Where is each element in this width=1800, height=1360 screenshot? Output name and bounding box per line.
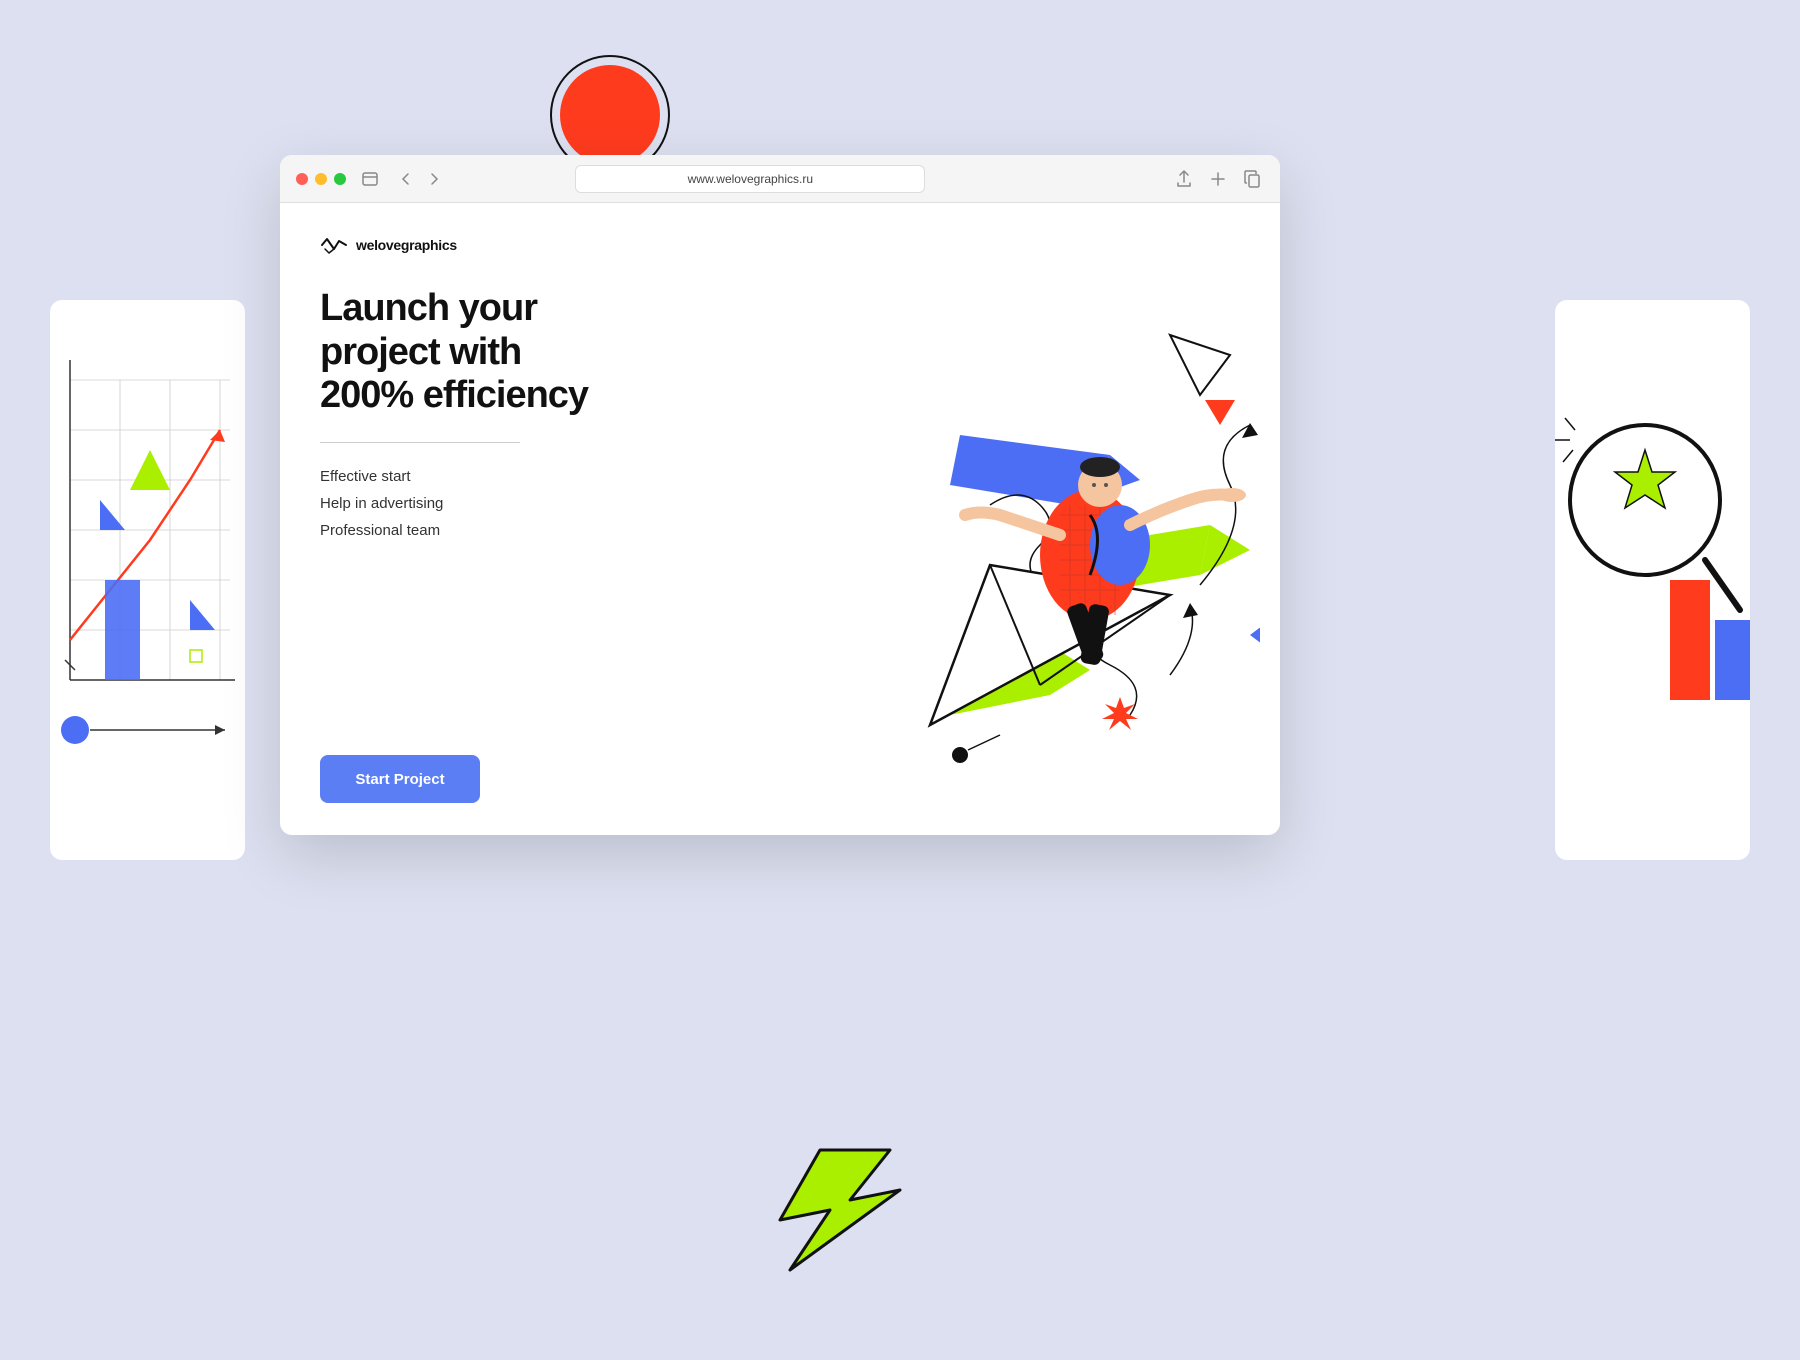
- feature-item-3: Professional team: [320, 517, 600, 544]
- browser-chrome: www.welovegraphics.ru: [280, 155, 1280, 203]
- traffic-lights: [296, 173, 346, 185]
- hero-illustration: [610, 245, 1260, 825]
- share-button[interactable]: [1172, 167, 1196, 191]
- start-project-button[interactable]: Start Project: [320, 755, 480, 803]
- address-bar[interactable]: www.welovegraphics.ru: [575, 165, 925, 193]
- ball-deco: [560, 65, 660, 165]
- toolbar-right: [1172, 167, 1264, 191]
- close-button[interactable]: [296, 173, 308, 185]
- browser-window: www.welovegraphics.ru: [280, 155, 1280, 835]
- nav-buttons: [394, 167, 446, 191]
- url-text: www.welovegraphics.ru: [688, 172, 813, 186]
- feature-item-2: Help in advertising: [320, 490, 600, 517]
- left-card: [50, 300, 245, 860]
- logo-text: welovegraphics: [356, 237, 457, 253]
- new-tab-button[interactable]: [1206, 167, 1230, 191]
- hero-illustration-area: [600, 235, 1240, 803]
- minimize-button[interactable]: [315, 173, 327, 185]
- tab-icon[interactable]: [358, 167, 382, 191]
- browser-content: welovegraphics Launch your project with …: [280, 203, 1280, 835]
- back-button[interactable]: [394, 167, 418, 191]
- hero-title: Launch your project with 200% efficiency: [320, 287, 600, 418]
- content-left: welovegraphics Launch your project with …: [320, 235, 600, 803]
- logo-area: welovegraphics: [320, 235, 600, 255]
- maximize-button[interactable]: [334, 173, 346, 185]
- feature-item-1: Effective start: [320, 463, 600, 490]
- logo-icon: [320, 235, 348, 255]
- content-divider: [320, 442, 520, 443]
- copy-button[interactable]: [1240, 167, 1264, 191]
- lightning-deco: [760, 1140, 960, 1280]
- feature-list: Effective start Help in advertising Prof…: [320, 463, 600, 544]
- forward-button[interactable]: [422, 167, 446, 191]
- right-card: [1555, 300, 1750, 860]
